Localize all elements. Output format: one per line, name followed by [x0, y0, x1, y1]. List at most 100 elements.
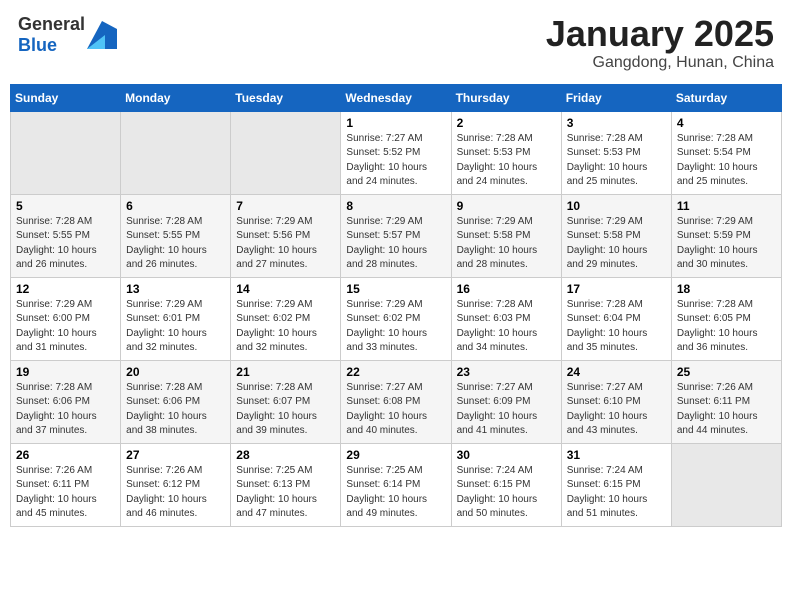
weekday-header-saturday: Saturday [671, 84, 781, 111]
day-info: Sunrise: 7:28 AMSunset: 6:06 PMDaylight:… [126, 381, 225, 439]
day-info: Sunrise: 7:29 AMSunset: 5:56 PMDaylight:… [236, 215, 335, 273]
day-number: 22 [346, 365, 445, 379]
day-info: Sunrise: 7:28 AMSunset: 5:54 PMDaylight:… [677, 132, 776, 190]
calendar-title: January 2025 [546, 14, 774, 54]
day-number: 27 [126, 448, 225, 462]
logo-text: General Blue [18, 14, 85, 56]
calendar-cell: 10 Sunrise: 7:29 AMSunset: 5:58 PMDayligh… [561, 194, 671, 277]
day-number: 14 [236, 282, 335, 296]
calendar-subtitle: Gangdong, Hunan, China [546, 54, 774, 72]
day-info: Sunrise: 7:29 AMSunset: 6:00 PMDaylight:… [16, 298, 115, 356]
calendar-cell: 23Sunrise: 7:27 AMSunset: 6:09 PMDayligh… [451, 360, 561, 443]
weekday-header-sunday: Sunday [11, 84, 121, 111]
logo-general: General [18, 14, 85, 34]
day-info: Sunrise: 7:25 AMSunset: 6:13 PMDaylight:… [236, 464, 335, 522]
day-number: 4 [677, 116, 776, 130]
calendar-cell: 14 Sunrise: 7:29 AMSunset: 6:02 PMDayligh… [231, 277, 341, 360]
calendar-cell: 1 Sunrise: 7:27 AMSunset: 5:52 PMDaylight… [341, 111, 451, 194]
logo-icon [87, 21, 117, 49]
calendar-cell: 11 Sunrise: 7:29 AMSunset: 5:59 PMDayligh… [671, 194, 781, 277]
calendar-cell: 5Sunrise: 7:28 AMSunset: 5:55 PMDaylight… [11, 194, 121, 277]
day-info: Sunrise: 7:29 AMSunset: 6:02 PMDaylight:… [346, 298, 445, 356]
weekday-row: SundayMondayTuesdayWednesdayThursdayFrid… [11, 84, 782, 111]
day-number: 10 [567, 199, 666, 213]
day-info: Sunrise: 7:26 AMSunset: 6:11 PMDaylight:… [16, 464, 115, 522]
day-number: 26 [16, 448, 115, 462]
day-number: 1 [346, 116, 445, 130]
calendar-cell: 20 Sunrise: 7:28 AMSunset: 6:06 PMDayligh… [121, 360, 231, 443]
calendar-cell: 18Sunrise: 7:28 AMSunset: 6:05 PMDayligh… [671, 277, 781, 360]
calendar-cell: 17Sunrise: 7:28 AMSunset: 6:04 PMDayligh… [561, 277, 671, 360]
calendar-cell: 6Sunrise: 7:28 AMSunset: 5:55 PMDaylight… [121, 194, 231, 277]
day-info: Sunrise: 7:28 AMSunset: 6:03 PMDaylight:… [457, 298, 556, 356]
day-number: 31 [567, 448, 666, 462]
day-info: Sunrise: 7:26 AMSunset: 6:12 PMDaylight:… [126, 464, 225, 522]
calendar-cell [121, 111, 231, 194]
day-info: Sunrise: 7:27 AMSunset: 5:52 PMDaylight:… [346, 132, 445, 190]
calendar-cell: 2 Sunrise: 7:28 AMSunset: 5:53 PMDaylight… [451, 111, 561, 194]
calendar-cell: 8 Sunrise: 7:29 AMSunset: 5:57 PMDaylight… [341, 194, 451, 277]
weekday-header-friday: Friday [561, 84, 671, 111]
calendar-cell: 30Sunrise: 7:24 AMSunset: 6:15 PMDayligh… [451, 443, 561, 526]
day-info: Sunrise: 7:27 AMSunset: 6:09 PMDaylight:… [457, 381, 556, 439]
week-row-3: 12 Sunrise: 7:29 AMSunset: 6:00 PMDayligh… [11, 277, 782, 360]
day-number: 2 [457, 116, 556, 130]
day-info: Sunrise: 7:27 AMSunset: 6:08 PMDaylight:… [346, 381, 445, 439]
calendar-body: 1 Sunrise: 7:27 AMSunset: 5:52 PMDaylight… [11, 111, 782, 526]
calendar-cell [231, 111, 341, 194]
calendar-cell: 3 Sunrise: 7:28 AMSunset: 5:53 PMDaylight… [561, 111, 671, 194]
day-number: 21 [236, 365, 335, 379]
day-number: 12 [16, 282, 115, 296]
calendar-table: SundayMondayTuesdayWednesdayThursdayFrid… [10, 84, 782, 527]
weekday-header-tuesday: Tuesday [231, 84, 341, 111]
day-info: Sunrise: 7:29 AMSunset: 5:58 PMDaylight:… [567, 215, 666, 273]
day-info: Sunrise: 7:24 AMSunset: 6:15 PMDaylight:… [567, 464, 666, 522]
weekday-header-wednesday: Wednesday [341, 84, 451, 111]
calendar-cell: 21 Sunrise: 7:28 AMSunset: 6:07 PMDayligh… [231, 360, 341, 443]
day-info: Sunrise: 7:29 AMSunset: 5:57 PMDaylight:… [346, 215, 445, 273]
day-info: Sunrise: 7:28 AMSunset: 6:07 PMDaylight:… [236, 381, 335, 439]
day-info: Sunrise: 7:24 AMSunset: 6:15 PMDaylight:… [457, 464, 556, 522]
day-number: 9 [457, 199, 556, 213]
calendar-cell: 15Sunrise: 7:29 AMSunset: 6:02 PMDayligh… [341, 277, 451, 360]
page-header: General Blue January 2025 Gangdong, Huna… [10, 10, 782, 76]
day-number: 11 [677, 199, 776, 213]
calendar-cell: 25 Sunrise: 7:26 AMSunset: 6:11 PMDayligh… [671, 360, 781, 443]
calendar-cell: 12 Sunrise: 7:29 AMSunset: 6:00 PMDayligh… [11, 277, 121, 360]
calendar-cell: 9 Sunrise: 7:29 AMSunset: 5:58 PMDaylight… [451, 194, 561, 277]
day-number: 16 [457, 282, 556, 296]
day-info: Sunrise: 7:29 AMSunset: 6:02 PMDaylight:… [236, 298, 335, 356]
day-info: Sunrise: 7:26 AMSunset: 6:11 PMDaylight:… [677, 381, 776, 439]
calendar-cell: 4 Sunrise: 7:28 AMSunset: 5:54 PMDaylight… [671, 111, 781, 194]
calendar-cell [671, 443, 781, 526]
title-block: January 2025 Gangdong, Hunan, China [546, 14, 774, 72]
day-number: 25 [677, 365, 776, 379]
calendar-cell: 13Sunrise: 7:29 AMSunset: 6:01 PMDayligh… [121, 277, 231, 360]
day-info: Sunrise: 7:28 AMSunset: 5:53 PMDaylight:… [457, 132, 556, 190]
week-row-1: 1 Sunrise: 7:27 AMSunset: 5:52 PMDaylight… [11, 111, 782, 194]
day-info: Sunrise: 7:29 AMSunset: 5:59 PMDaylight:… [677, 215, 776, 273]
calendar-cell: 27 Sunrise: 7:26 AMSunset: 6:12 PMDayligh… [121, 443, 231, 526]
day-info: Sunrise: 7:28 AMSunset: 5:55 PMDaylight:… [126, 215, 225, 273]
logo-blue: Blue [18, 35, 57, 55]
day-number: 20 [126, 365, 225, 379]
day-number: 8 [346, 199, 445, 213]
calendar-cell: 28 Sunrise: 7:25 AMSunset: 6:13 PMDayligh… [231, 443, 341, 526]
calendar-cell: 22 Sunrise: 7:27 AMSunset: 6:08 PMDayligh… [341, 360, 451, 443]
day-info: Sunrise: 7:25 AMSunset: 6:14 PMDaylight:… [346, 464, 445, 522]
day-number: 13 [126, 282, 225, 296]
logo: General Blue [18, 14, 117, 56]
day-info: Sunrise: 7:28 AMSunset: 6:06 PMDaylight:… [16, 381, 115, 439]
day-number: 3 [567, 116, 666, 130]
calendar-cell: 7Sunrise: 7:29 AMSunset: 5:56 PMDaylight… [231, 194, 341, 277]
day-number: 19 [16, 365, 115, 379]
day-number: 24 [567, 365, 666, 379]
calendar-cell: 26 Sunrise: 7:26 AMSunset: 6:11 PMDayligh… [11, 443, 121, 526]
day-info: Sunrise: 7:28 AMSunset: 6:05 PMDaylight:… [677, 298, 776, 356]
calendar-header: SundayMondayTuesdayWednesdayThursdayFrid… [11, 84, 782, 111]
day-info: Sunrise: 7:29 AMSunset: 5:58 PMDaylight:… [457, 215, 556, 273]
day-number: 5 [16, 199, 115, 213]
calendar-cell: 16 Sunrise: 7:28 AMSunset: 6:03 PMDayligh… [451, 277, 561, 360]
day-info: Sunrise: 7:28 AMSunset: 5:53 PMDaylight:… [567, 132, 666, 190]
day-number: 28 [236, 448, 335, 462]
